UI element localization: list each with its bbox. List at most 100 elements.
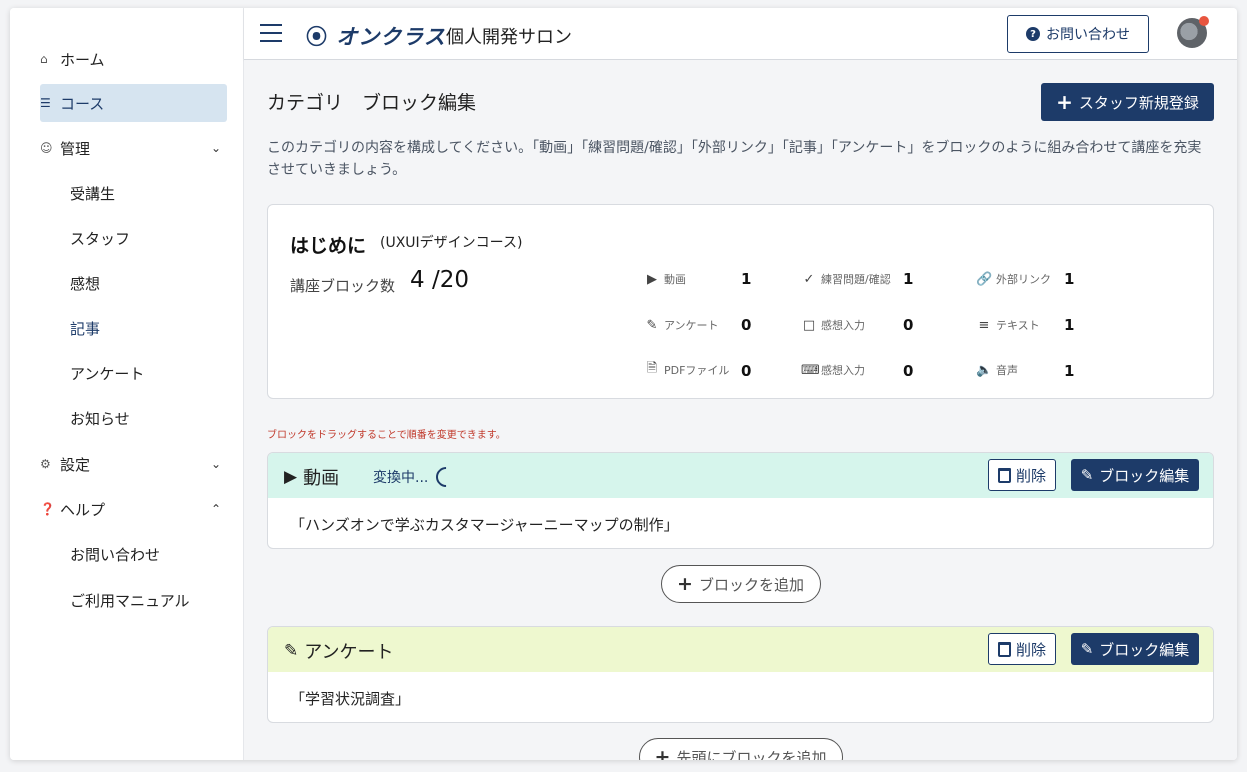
stat-survey-value: 0 <box>741 316 752 334</box>
summary-card: はじめに (UXUIデザインコース) 講座ブロック数 4 /20 ▶ 動画 1 … <box>267 204 1214 399</box>
sidebar-item-news[interactable]: お知らせ <box>70 399 227 437</box>
stat-text-value: 1 <box>1064 316 1075 334</box>
contact-button[interactable]: ? お問い合わせ <box>1007 15 1149 53</box>
drag-note: ブロックをドラッグすることで順番を変更できます。 <box>267 430 506 441</box>
stat-impression-2-value: 0 <box>903 362 914 380</box>
users-icon: ☺ <box>40 141 53 155</box>
sidebar-item-home[interactable]: ⌂ ホーム <box>40 40 227 78</box>
avatar[interactable] <box>1177 16 1209 48</box>
question-circle-icon: ❓ <box>40 502 55 516</box>
content-block-survey[interactable]: ✎ アンケート 削除 ✎ ブロック編集 「学習状況調査」 <box>267 626 1214 723</box>
play-circle-icon: ▶ <box>647 271 657 287</box>
pencil-icon: ✎ <box>646 317 658 333</box>
sidebar-item-label: ご利用マニュアル <box>70 591 190 610</box>
stat-exercise-value: 1 <box>903 270 914 288</box>
block-edit-button[interactable]: ✎ ブロック編集 <box>1071 633 1199 665</box>
hamburger-menu-icon[interactable] <box>260 24 282 42</box>
sidebar-item-label: 感想 <box>70 274 101 293</box>
sidebar-item-management[interactable]: ☺ 管理 ⌄ <box>40 129 227 167</box>
page-description: このカテゴリの内容を構成してください。「動画」「練習問題/確認」「外部リンク」「… <box>267 140 1202 178</box>
stat-link-value: 1 <box>1064 270 1075 288</box>
home-icon: ⌂ <box>40 52 48 66</box>
loading-spinner-icon <box>432 462 461 492</box>
sidebar-item-students[interactable]: 受講生 <box>70 174 227 212</box>
stat-audio: 🔈 音声 <box>976 362 1018 378</box>
check-circle-icon: ✓ <box>803 271 815 287</box>
notification-dot <box>1199 16 1209 26</box>
sidebar-item-articles[interactable]: 記事 <box>70 309 227 347</box>
sidebar-item-settings[interactable]: ⚙ 設定 ⌄ <box>40 445 227 483</box>
question-icon: ? <box>1026 27 1040 41</box>
stat-video: ▶ 動画 <box>644 269 686 289</box>
pdf-file-icon: 🗎 <box>646 361 658 376</box>
stat-audio-value: 1 <box>1064 362 1075 380</box>
add-block-top-button[interactable]: + 先頭にブロックを追加 <box>638 738 843 760</box>
sidebar-item-staff[interactable]: スタッフ <box>70 219 227 257</box>
block-content: 「学習状況調査」 <box>290 690 411 708</box>
app-window: ⌂ ホーム ☰ コース ☺ 管理 ⌄ 受講生 スタッフ 感想 記事 アンケート … <box>10 8 1237 760</box>
delete-button[interactable]: 削除 <box>988 459 1056 491</box>
delete-button[interactable]: 削除 <box>988 633 1056 665</box>
add-block-button[interactable]: + ブロックを追加 <box>660 565 821 603</box>
pencil-icon: ✎ <box>1080 466 1094 484</box>
sidebar-item-survey[interactable]: アンケート <box>70 354 227 392</box>
stat-pdf: 🗎 PDFファイル <box>644 360 730 380</box>
conversion-status: 変換中... <box>373 462 461 492</box>
staff-register-label: スタッフ新規登録 <box>1078 93 1199 112</box>
stat-impression: □ 感想入力 <box>802 317 865 333</box>
content-block-video[interactable]: ▶ 動画 変換中... 削除 ✎ ブロック編集 「ハンズオンで学ぶカスタマージャ… <box>267 452 1214 549</box>
plus-icon: + <box>1056 90 1073 114</box>
block-count-label: 講座ブロック数 <box>290 277 396 295</box>
text-icon: ≡ <box>978 317 990 333</box>
main-content: カテゴリ ブロック編集 + スタッフ新規登録 このカテゴリの内容を構成してくださ… <box>244 60 1237 760</box>
block-type: ✎ アンケート <box>284 641 394 663</box>
plus-icon: + <box>654 746 671 760</box>
sidebar: ⌂ ホーム ☰ コース ☺ 管理 ⌄ 受講生 スタッフ 感想 記事 アンケート … <box>10 8 244 760</box>
comment-icon: □ <box>802 317 816 333</box>
course-name: (UXUIデザインコース) <box>380 235 523 251</box>
keyboard-icon: ⌨ <box>801 362 820 378</box>
stat-impression-value: 0 <box>903 316 914 334</box>
stat-exercise: ✓ 練習問題/確認 <box>801 269 891 289</box>
sidebar-item-label: アンケート <box>70 364 145 383</box>
block-edit-button[interactable]: ✎ ブロック編集 <box>1071 459 1199 491</box>
block-count-value: 4 /20 <box>410 267 469 293</box>
block-type: ▶ 動画 <box>284 467 340 489</box>
salon-name: 個人開発サロン <box>446 27 572 48</box>
block-content: 「ハンズオンで学ぶカスタマージャーニーマップの制作」 <box>290 516 679 534</box>
stat-link: 🔗 外部リンク <box>976 271 1051 287</box>
sidebar-item-label: 管理 <box>60 139 91 158</box>
chevron-down-icon: ⌄ <box>210 457 221 471</box>
stat-text: ≡ テキスト <box>976 315 1040 335</box>
staff-register-button[interactable]: + スタッフ新規登録 <box>1041 83 1214 121</box>
sidebar-item-label: お知らせ <box>70 409 130 428</box>
stat-impression-2: ⌨ 感想入力 <box>801 362 865 378</box>
trash-icon <box>997 467 1011 483</box>
sidebar-item-impressions[interactable]: 感想 <box>70 264 227 302</box>
play-circle-icon: ▶ <box>284 467 298 487</box>
sidebar-item-label: ホーム <box>60 50 105 69</box>
sidebar-item-course[interactable]: ☰ コース <box>40 84 227 122</box>
sidebar-item-manual[interactable]: ご利用マニュアル <box>70 581 227 619</box>
logo: ⦿ オンクラス <box>306 21 446 51</box>
gear-icon: ⚙ <box>40 457 51 471</box>
block-header: ✎ アンケート 削除 ✎ ブロック編集 <box>268 627 1213 672</box>
sidebar-item-label: 設定 <box>60 455 91 474</box>
stat-video-value: 1 <box>741 270 752 288</box>
stat-survey: ✎ アンケート <box>644 315 719 335</box>
category-title: はじめに <box>290 235 367 257</box>
chevron-up-icon: ⌃ <box>210 502 221 516</box>
sidebar-item-label: 受講生 <box>70 184 116 203</box>
sidebar-item-label: コース <box>60 94 105 113</box>
page-title: カテゴリ ブロック編集 <box>267 92 477 114</box>
trash-icon <box>997 641 1011 657</box>
block-header: ▶ 動画 変換中... 削除 ✎ ブロック編集 <box>268 453 1213 498</box>
sidebar-item-help[interactable]: ❓ ヘルプ ⌃ <box>40 490 227 528</box>
chevron-down-icon: ⌄ <box>210 141 221 155</box>
speaker-icon: 🔈 <box>976 362 993 378</box>
sidebar-item-contact[interactable]: お問い合わせ <box>70 535 227 573</box>
list-icon: ☰ <box>40 96 51 110</box>
logo-mark-icon: ⦿ <box>306 25 328 49</box>
sidebar-item-label: お問い合わせ <box>70 545 161 564</box>
contact-button-label: お問い合わせ <box>1046 27 1130 43</box>
